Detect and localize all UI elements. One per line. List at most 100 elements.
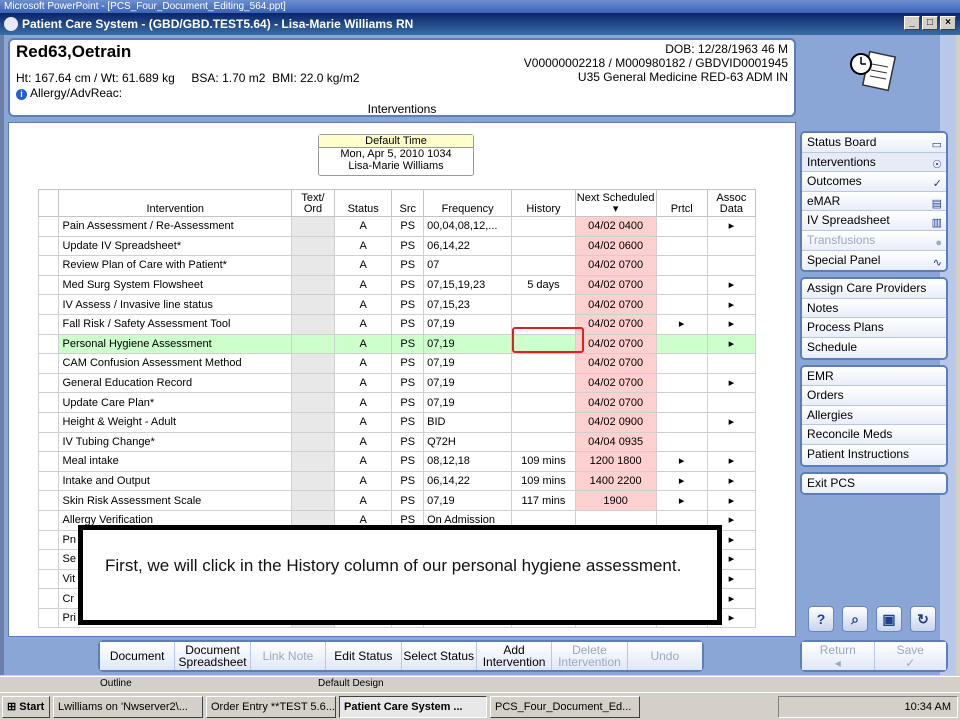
text-ord-cell[interactable] bbox=[290, 392, 336, 413]
table-row[interactable]: Med Surg System Flowsheet A PS 07,15,19,23 5… bbox=[37, 274, 757, 296]
col-header-history[interactable]: History bbox=[511, 189, 576, 217]
text-ord-cell[interactable] bbox=[290, 235, 336, 257]
text-ord-cell[interactable] bbox=[290, 274, 336, 296]
close-button[interactable]: × bbox=[940, 16, 956, 30]
status-cell[interactable]: A bbox=[333, 313, 393, 335]
src-cell[interactable]: PS bbox=[391, 216, 425, 237]
sidebar-item-interventions[interactable]: Interventions ☉ bbox=[802, 152, 946, 173]
sidebar-item-status-board[interactable]: Status Board ▭ bbox=[802, 133, 946, 153]
status-cell[interactable]: A bbox=[333, 470, 393, 492]
table-row[interactable]: Review Plan of Care with Patient* A PS 07 04… bbox=[37, 255, 757, 276]
sidebar-item-orders[interactable]: Orders bbox=[802, 386, 946, 406]
col-header-frequency[interactable]: Frequency bbox=[423, 189, 513, 217]
next-scheduled-cell[interactable]: 04/02 0700 bbox=[574, 372, 657, 394]
row-select-cell[interactable] bbox=[37, 470, 60, 492]
assoc-data-cell[interactable] bbox=[706, 392, 757, 413]
sidebar-item-schedule[interactable]: Schedule bbox=[802, 337, 946, 358]
history-cell[interactable]: 5 days bbox=[511, 274, 576, 296]
history-cell[interactable] bbox=[511, 372, 576, 394]
row-select-cell[interactable] bbox=[37, 216, 60, 237]
assoc-data-cell[interactable]: ▸ bbox=[706, 313, 757, 335]
row-select-cell[interactable] bbox=[37, 588, 60, 609]
col-header-src[interactable]: Src bbox=[391, 189, 425, 217]
intervention-cell[interactable]: Update IV Spreadsheet* bbox=[58, 235, 292, 257]
col-header-next-scheduled[interactable]: Next Scheduled ▾ bbox=[574, 189, 657, 217]
next-scheduled-cell[interactable]: 04/02 0700 bbox=[574, 255, 657, 276]
history-cell[interactable] bbox=[511, 431, 576, 453]
allergy-row[interactable]: i Allergy/AdvReac: bbox=[16, 86, 122, 100]
src-cell[interactable]: PS bbox=[391, 294, 425, 315]
assoc-data-cell[interactable]: ▸ bbox=[706, 333, 757, 355]
status-cell[interactable]: A bbox=[333, 255, 393, 276]
status-cell[interactable]: A bbox=[333, 216, 393, 237]
assoc-data-cell[interactable]: ▸ bbox=[706, 216, 757, 237]
taskbar-item-order-entry[interactable]: Order Entry **TEST 5.6... bbox=[206, 695, 336, 718]
text-ord-cell[interactable] bbox=[290, 216, 336, 237]
assoc-data-cell[interactable]: ▸ bbox=[706, 490, 757, 511]
prtcl-cell[interactable]: ▸ bbox=[655, 470, 708, 492]
next-scheduled-cell[interactable]: 04/02 0700 bbox=[574, 274, 657, 296]
src-cell[interactable]: PS bbox=[391, 353, 425, 374]
edit-status-button[interactable]: Edit Status bbox=[326, 642, 402, 670]
sidebar-item-special-panel[interactable]: Special Panel ∿ bbox=[802, 250, 946, 271]
assoc-data-cell[interactable] bbox=[706, 353, 757, 374]
intervention-cell[interactable]: Meal intake bbox=[58, 451, 292, 472]
taskbar-item-patient-care-system[interactable]: Patient Care System ... bbox=[339, 695, 487, 718]
row-select-cell[interactable] bbox=[37, 529, 60, 551]
text-ord-cell[interactable] bbox=[290, 255, 336, 276]
status-cell[interactable]: A bbox=[333, 451, 393, 472]
status-cell[interactable]: A bbox=[333, 333, 393, 355]
history-cell[interactable] bbox=[511, 294, 576, 315]
frequency-cell[interactable]: 07,19 bbox=[423, 353, 513, 374]
table-row[interactable]: IV Tubing Change* A PS Q72H 04/04 0935 bbox=[37, 431, 757, 453]
document-spreadsheet-button[interactable]: Document Spreadsheet bbox=[175, 642, 251, 670]
frequency-cell[interactable]: 07,19 bbox=[423, 392, 513, 413]
status-cell[interactable]: A bbox=[333, 294, 393, 315]
next-scheduled-cell[interactable]: 1200 1800 bbox=[574, 451, 657, 472]
status-cell[interactable]: A bbox=[333, 431, 393, 453]
history-cell[interactable] bbox=[511, 216, 576, 237]
src-cell[interactable]: PS bbox=[391, 274, 425, 296]
src-cell[interactable]: PS bbox=[391, 490, 425, 511]
row-select-cell[interactable] bbox=[37, 274, 60, 296]
history-cell[interactable]: 109 mins bbox=[511, 451, 576, 472]
table-row[interactable]: Intake and Output A PS 06,14,22 109 mins 1400… bbox=[37, 470, 757, 492]
status-cell[interactable]: A bbox=[333, 372, 393, 394]
history-cell[interactable] bbox=[511, 392, 576, 413]
table-row[interactable]: Fall Risk / Safety Assessment Tool A PS 07,… bbox=[37, 313, 757, 335]
src-cell[interactable]: PS bbox=[391, 372, 425, 394]
intervention-cell[interactable]: Med Surg System Flowsheet bbox=[58, 274, 292, 296]
src-cell[interactable]: PS bbox=[391, 470, 425, 492]
src-cell[interactable]: PS bbox=[391, 333, 425, 355]
assoc-data-cell[interactable]: ▸ bbox=[706, 274, 757, 296]
intervention-cell[interactable]: IV Assess / Invasive line status bbox=[58, 294, 292, 315]
prtcl-cell[interactable] bbox=[655, 431, 708, 453]
document-button[interactable]: Document bbox=[100, 642, 176, 670]
next-scheduled-cell[interactable]: 1400 2200 bbox=[574, 470, 657, 492]
next-scheduled-cell[interactable]: 04/02 0700 bbox=[574, 313, 657, 335]
text-ord-cell[interactable] bbox=[290, 294, 336, 315]
text-ord-cell[interactable] bbox=[290, 411, 336, 433]
sidebar-item-assign-care-providers[interactable]: Assign Care Providers bbox=[802, 279, 946, 299]
intervention-cell[interactable]: CAM Confusion Assessment Method bbox=[58, 353, 292, 374]
prtcl-cell[interactable] bbox=[655, 392, 708, 413]
prtcl-cell[interactable] bbox=[655, 294, 708, 315]
row-select-cell[interactable] bbox=[37, 353, 60, 374]
frequency-cell[interactable]: 06,14,22 bbox=[423, 235, 513, 257]
row-select-cell[interactable] bbox=[37, 451, 60, 472]
sidebar-item-reconcile-meds[interactable]: Reconcile Meds bbox=[802, 425, 946, 445]
next-scheduled-cell[interactable]: 04/02 0400 bbox=[574, 216, 657, 237]
status-cell[interactable]: A bbox=[333, 235, 393, 257]
status-cell[interactable]: A bbox=[333, 392, 393, 413]
next-scheduled-cell[interactable]: 04/04 0935 bbox=[574, 431, 657, 453]
row-select-cell[interactable] bbox=[37, 392, 60, 413]
col-header-intervention[interactable]: Intervention bbox=[58, 189, 292, 217]
text-ord-cell[interactable] bbox=[290, 333, 336, 355]
intervention-cell[interactable]: Personal Hygiene Assessment bbox=[58, 333, 292, 355]
status-cell[interactable]: A bbox=[333, 353, 393, 374]
text-ord-cell[interactable] bbox=[290, 451, 336, 472]
history-cell[interactable] bbox=[511, 235, 576, 257]
prtcl-cell[interactable] bbox=[655, 235, 708, 257]
intervention-cell[interactable]: Intake and Output bbox=[58, 470, 292, 492]
text-ord-cell[interactable] bbox=[290, 372, 336, 394]
